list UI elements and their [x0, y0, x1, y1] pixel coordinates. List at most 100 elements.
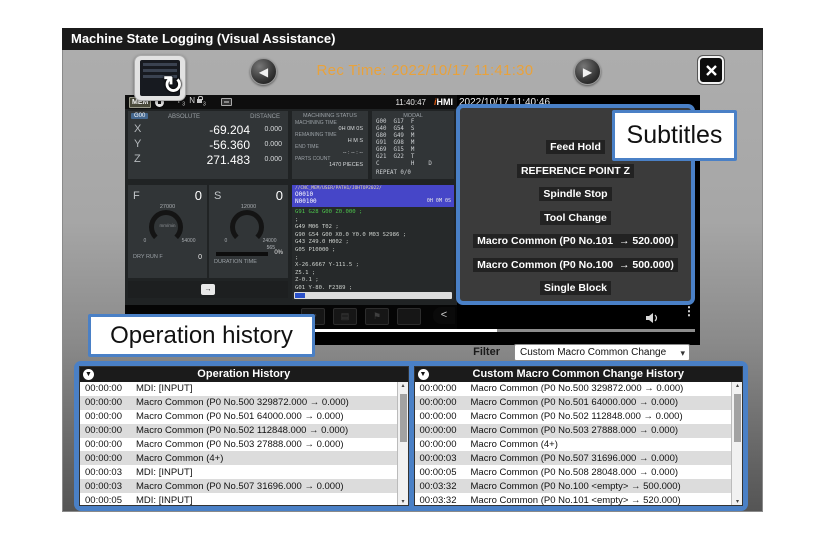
event-text: Macro Common (P0 No.502 112848.000 → 0.0…: [136, 425, 397, 436]
filter-icon[interactable]: ▼: [83, 369, 94, 380]
event-text: Macro Common (P0 No.100 <empty> → 500.00…: [471, 481, 732, 492]
table-row[interactable]: 00:00:00 Macro Common (P0 No.501 64000.0…: [80, 410, 397, 424]
gcode-line: G90 G54 G00 X0.0 Y0.0 M03 S2986 ;: [295, 232, 451, 240]
table-row[interactable]: 00:03:32 Macro Common (P0 No.100 <empty>…: [415, 479, 732, 493]
output-icon[interactable]: →: [201, 284, 215, 295]
history-tables-container: ▼ Operation History 00:00:00 MDI: [INPUT…: [74, 361, 748, 511]
machining-row: MACHINING TIME 0H 0M 0S: [295, 120, 365, 132]
machine-state-logging-page: Machine State Logging (Visual Assistance…: [0, 0, 822, 540]
gcode-badge: G00: [131, 113, 148, 119]
axis-row: Y -56.360 0.000: [128, 138, 288, 153]
axis-letter: Y: [134, 138, 141, 150]
scroll-down-icon[interactable]: ▾: [732, 498, 743, 505]
subtitle-text: Feed Hold: [546, 140, 605, 154]
macro-change-history-title: Custom Macro Common Change History: [473, 368, 684, 380]
program-scrollbar-thumb[interactable]: [295, 293, 305, 298]
table-row[interactable]: 00:00:05 Macro Common (P0 No.508 28048.0…: [415, 465, 732, 479]
distance-header: DISTANCE: [250, 114, 280, 120]
table-row[interactable]: 00:00:05 MDI: [INPUT]: [80, 493, 397, 506]
flag-softkey-icon: ⚑: [365, 308, 389, 325]
cnc-clock: 11:40:47: [395, 98, 426, 107]
table-row[interactable]: 00:03:32 Macro Common (P0 No.101 <empty>…: [415, 493, 732, 506]
table-row[interactable]: 00:00:00 Macro Common (P0 No.500 329872.…: [415, 382, 732, 396]
program-header: //CNC_MEM/USER/PATH1/JOHTOP2022/ O0010 N…: [292, 185, 454, 207]
event-text: Macro Common (P0 No.101 <empty> → 520.00…: [471, 495, 732, 506]
event-text: Macro Common (P0 No.503 27888.000 → 0.00…: [471, 425, 732, 436]
scrollbar-thumb[interactable]: [734, 394, 741, 442]
table-row[interactable]: 00:00:00 Macro Common (P0 No.503 27888.0…: [80, 438, 397, 452]
table-row[interactable]: 00:00:00 Macro Common (P0 No.502 112848.…: [80, 424, 397, 438]
event-text: Macro Common (P0 No.500 329872.000 → 0.0…: [136, 397, 397, 408]
program-body: G91 G28 G00 Z0.000 ;;G49 M06 T02 ;G90 G5…: [292, 207, 454, 291]
event-time: 00:00:00: [80, 439, 136, 450]
event-time: 00:03:32: [415, 481, 471, 492]
modal-gcode-panel: MODAL G00 G17 FG40 G54 SG80 G49 MG91 G98…: [372, 111, 454, 179]
spindle-percent: 0%: [274, 250, 283, 256]
cnc-screen-frame: MEM T3 N3 11:40:47 iHMI G00 ABSOLUTE DIS…: [125, 95, 457, 331]
operation-history-header: ▼ Operation History: [80, 367, 408, 382]
filter-dropdown[interactable]: Custom Macro Common Change ▾: [514, 344, 690, 361]
table-row[interactable]: 00:00:00 Macro Common (P0 No.503 27888.0…: [415, 424, 732, 438]
machining-row: END TIME -- : -- : --: [295, 144, 365, 156]
next-icon: ▶: [583, 65, 592, 79]
table-row[interactable]: 00:00:00 Macro Common (P0 No.501 64000.0…: [415, 396, 732, 410]
axis-letter: X: [134, 123, 141, 135]
program-horizontal-scrollbar[interactable]: [294, 292, 452, 299]
refresh-icon: ↻: [163, 71, 183, 100]
table-row[interactable]: 00:00:00 MDI: [INPUT]: [80, 382, 397, 396]
table-row[interactable]: 00:00:03 Macro Common (P0 No.507 31696.0…: [415, 451, 732, 465]
table-row[interactable]: 00:00:03 MDI: [INPUT]: [80, 465, 397, 479]
event-time: 00:00:00: [415, 383, 471, 394]
event-text: Macro Common (4+): [136, 453, 397, 464]
table-row[interactable]: 00:00:03 Macro Common (P0 No.507 31696.0…: [80, 479, 397, 493]
filter-icon[interactable]: ▼: [418, 369, 429, 380]
table-row[interactable]: 00:00:00 Macro Common (4+): [80, 451, 397, 465]
gcode-line: G01 Y-80. F2389 ;: [295, 285, 451, 291]
table-row[interactable]: 00:00:00 Macro Common (4+): [415, 438, 732, 452]
dry-run-value: 0: [198, 254, 202, 261]
kebab-menu-icon[interactable]: ⋮: [683, 308, 695, 314]
event-time: 00:00:00: [80, 453, 136, 464]
gcode-line: Z5.1 ;: [295, 270, 451, 278]
feed-value: 0: [195, 188, 202, 203]
feed-unit: mm/min: [138, 223, 198, 228]
axis-absolute-value: 271.483: [207, 153, 250, 167]
prev-icon: ◀: [259, 65, 268, 79]
subtitle-text: REFERENCE POINT Z: [517, 164, 634, 178]
program-o-number: O0010: [295, 191, 451, 198]
volume-icon[interactable]: [645, 312, 659, 324]
table-row[interactable]: 00:00:00 Macro Common (P0 No.502 112848.…: [415, 410, 732, 424]
macro-change-history-header: ▼ Custom Macro Common Change History: [415, 367, 743, 382]
spindle-gauge-min: 0: [225, 238, 228, 244]
axis-row: Z 271.483 0.000: [128, 153, 288, 168]
event-text: Macro Common (P0 No.507 31696.000 → 0.00…: [471, 453, 732, 464]
scrollbar-thumb[interactable]: [400, 394, 407, 442]
axis-absolute-value: -69.204: [209, 123, 250, 137]
operation-history-title: Operation History: [197, 368, 290, 380]
machining-status-title: MACHINING STATUS: [295, 113, 365, 119]
vertical-scrollbar[interactable]: ▴ ▾: [731, 382, 742, 505]
close-button[interactable]: [698, 56, 724, 84]
gcode-line: G05 P10000 ;: [295, 247, 451, 255]
gcode-line: G49 M06 T02 ;: [295, 224, 451, 232]
modal-row: G80 G49 M: [376, 133, 450, 140]
axis-distance-value: 0.000: [264, 156, 282, 163]
scroll-down-icon[interactable]: ▾: [398, 498, 409, 505]
feed-gauge-min: 0: [144, 238, 147, 244]
event-time: 00:00:00: [415, 397, 471, 408]
spindle-gauge: 12000 0 24000: [219, 204, 279, 246]
prev-button[interactable]: ◀: [250, 58, 277, 85]
subtitles-callout: Subtitles: [612, 110, 737, 161]
program-timer: 0H 0M 0S: [427, 198, 451, 205]
scroll-up-icon[interactable]: ▴: [732, 382, 743, 389]
video-thumbnail-button[interactable]: ↻: [134, 55, 186, 101]
next-button[interactable]: ▶: [574, 58, 601, 85]
spindle-label: S: [214, 190, 221, 202]
dry-run-label: DRY RUN F: [133, 254, 163, 261]
gcode-line: G43 Z49.0 H002 ;: [295, 239, 451, 247]
machining-status-panel: MACHINING STATUS MACHINING TIME 0H 0M 0S…: [292, 111, 368, 179]
scroll-up-icon[interactable]: ▴: [398, 382, 409, 389]
event-text: MDI: [INPUT]: [136, 383, 397, 394]
table-row[interactable]: 00:00:00 Macro Common (P0 No.500 329872.…: [80, 396, 397, 410]
vertical-scrollbar[interactable]: ▴ ▾: [397, 382, 408, 505]
